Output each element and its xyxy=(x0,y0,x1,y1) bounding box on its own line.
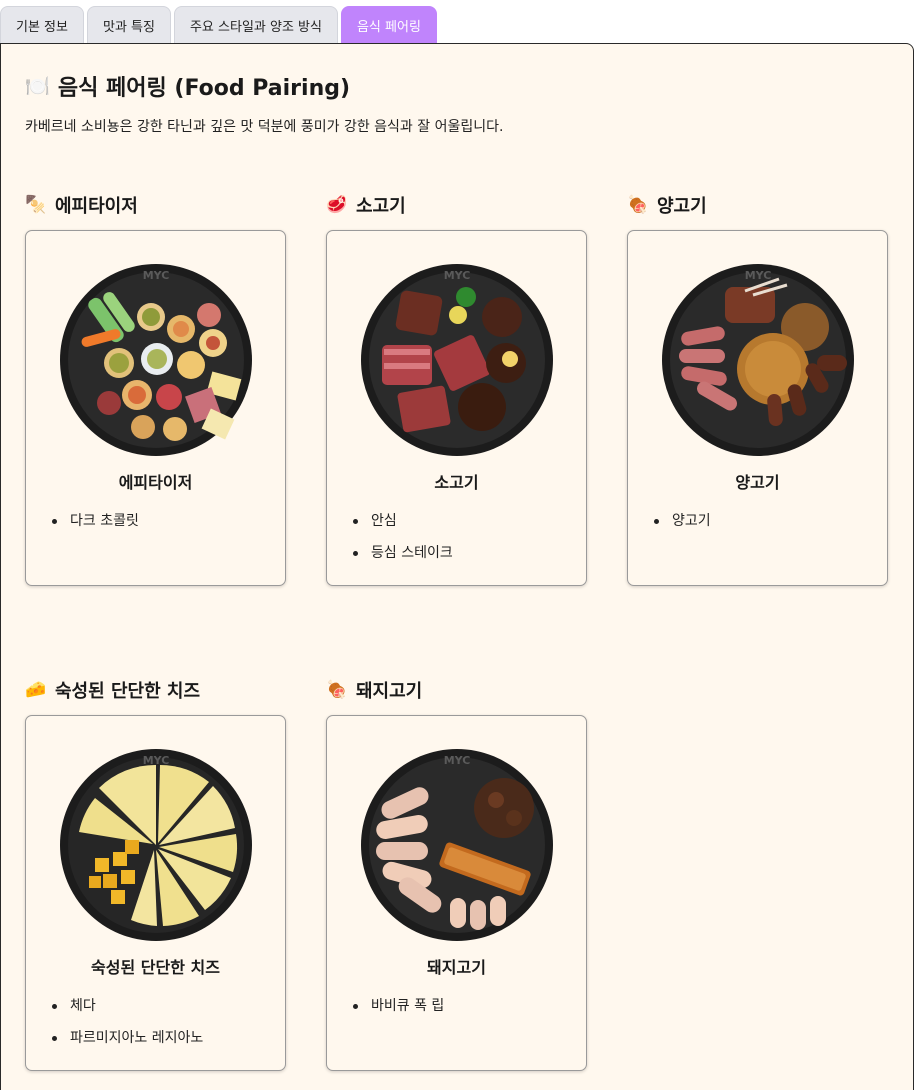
card-title: 숙성된 단단한 치즈 xyxy=(91,958,220,977)
pork-platter-image: MYC xyxy=(361,749,553,941)
watermark: MYC xyxy=(444,754,471,767)
pairing-card: MYC 소고기 안심 등심 스테이크 xyxy=(326,230,587,586)
tab-label: 음식 페어링 xyxy=(356,20,421,35)
bullet xyxy=(353,1004,358,1009)
category-heading: 🍖 돼지고기 xyxy=(326,677,588,703)
list-item: 체다 xyxy=(52,996,203,1028)
tab-taste[interactable]: 맛과 특징 xyxy=(86,6,171,44)
list-item-label: 양고기 xyxy=(672,513,711,529)
category-pork: 🍖 돼지고기 MYC 돼지고기 바비큐 폭 립 xyxy=(326,677,588,1071)
meat-icon: 🥩 xyxy=(326,195,348,215)
category-heading: 🥩 소고기 xyxy=(326,192,588,218)
category-heading-label: 소고기 xyxy=(356,196,406,217)
watermark: MYC xyxy=(444,269,471,282)
bullet xyxy=(353,551,358,556)
category-heading-label: 숙성된 단단한 치즈 xyxy=(55,681,201,702)
pairing-list: 양고기 xyxy=(654,511,711,543)
tab-styles[interactable]: 주요 스타일과 양조 방식 xyxy=(173,6,338,44)
list-item-label: 체다 xyxy=(70,998,96,1014)
bullet xyxy=(52,1036,57,1041)
category-heading-label: 에피타이저 xyxy=(55,196,138,217)
intro-text: 카베르네 소비뇽은 강한 타닌과 깊은 맛 덕분에 풍미가 강한 음식과 잘 어… xyxy=(25,119,504,135)
tab-label: 주요 스타일과 양조 방식 xyxy=(189,20,322,35)
appetizer-platter-image: MYC xyxy=(60,264,252,456)
drumstick-icon: 🍖 xyxy=(627,195,649,215)
list-item-label: 바비큐 폭 립 xyxy=(371,998,445,1014)
watermark: MYC xyxy=(143,269,170,282)
pairing-card: MYC 에피타이저 다크 초콜릿 xyxy=(25,230,286,586)
drumstick-icon: 🍖 xyxy=(326,680,348,700)
category-heading-label: 돼지고기 xyxy=(356,681,423,702)
list-item: 등심 스테이크 xyxy=(353,543,453,575)
category-beef: 🥩 소고기 MYC 소고기 안심 등심 스테이크 xyxy=(326,192,588,586)
category-heading: 🍢 에피타이저 xyxy=(25,192,287,218)
category-heading: 🍖 양고기 xyxy=(627,192,889,218)
card-title: 에피타이저 xyxy=(118,473,193,492)
tab-basic-info[interactable]: 기본 정보 xyxy=(0,6,84,44)
food-pairing-panel: 🍽️ 음식 페어링 (Food Pairing) 카베르네 소비뇽은 강한 타닌… xyxy=(0,43,914,1090)
skewer-icon: 🍢 xyxy=(25,195,47,215)
list-item: 파르미지아노 레지아노 xyxy=(52,1028,203,1060)
lamb-platter-image: MYC xyxy=(662,264,854,456)
list-item-label: 안심 xyxy=(371,513,397,529)
watermark: MYC xyxy=(745,269,772,282)
page-title-row: 🍽️ 음식 페어링 (Food Pairing) xyxy=(25,70,350,102)
pairing-list: 다크 초콜릿 xyxy=(52,511,139,543)
category-aged-cheese: 🧀 숙성된 단단한 치즈 MYC 숙성된 단단한 치즈 체다 파르미지아노 레지… xyxy=(25,677,287,1071)
list-item-label: 등심 스테이크 xyxy=(371,545,453,561)
list-item: 다크 초콜릿 xyxy=(52,511,139,543)
pairing-card: MYC 양고기 양고기 xyxy=(627,230,888,586)
category-heading-label: 양고기 xyxy=(657,196,707,217)
category-appetizer: 🍢 에피타이저 MYC 에피타이저 다크 초콜릿 xyxy=(25,192,287,586)
card-title: 양고기 xyxy=(735,473,780,492)
pairing-list: 바비큐 폭 립 xyxy=(353,996,444,1028)
card-title: 소고기 xyxy=(434,473,479,492)
page-title: 음식 페어링 (Food Pairing) xyxy=(57,76,351,101)
list-item-label: 파르미지아노 레지아노 xyxy=(70,1030,204,1046)
cheese-icon: 🧀 xyxy=(25,680,47,700)
card-title: 돼지고기 xyxy=(427,958,486,977)
cheese-platter-image: MYC xyxy=(60,749,252,941)
fork-knife-plate-icon: 🍽️ xyxy=(25,74,50,98)
category-lamb: 🍖 양고기 MYC 양고기 양고기 xyxy=(627,192,889,586)
pairing-card: MYC 숙성된 단단한 치즈 체다 파르미지아노 레지아노 xyxy=(25,715,286,1071)
category-heading: 🧀 숙성된 단단한 치즈 xyxy=(25,677,287,703)
bullet xyxy=(353,519,358,524)
bullet xyxy=(52,519,57,524)
tab-food-pairing[interactable]: 음식 페어링 xyxy=(340,6,437,44)
tab-label: 맛과 특징 xyxy=(102,20,155,35)
bullet xyxy=(52,1004,57,1009)
pairing-list: 안심 등심 스테이크 xyxy=(353,511,453,575)
list-item-label: 다크 초콜릿 xyxy=(70,513,139,529)
beef-platter-image: MYC xyxy=(361,264,553,456)
watermark: MYC xyxy=(143,754,170,767)
list-item: 안심 xyxy=(353,511,453,543)
list-item: 바비큐 폭 립 xyxy=(353,996,444,1028)
tab-bar: 기본 정보 맛과 특징 주요 스타일과 양조 방식 음식 페어링 xyxy=(0,6,437,44)
list-item: 양고기 xyxy=(654,511,711,543)
tab-label: 기본 정보 xyxy=(16,20,68,35)
pairing-list: 체다 파르미지아노 레지아노 xyxy=(52,996,203,1060)
bullet xyxy=(654,519,659,524)
pairing-card: MYC 돼지고기 바비큐 폭 립 xyxy=(326,715,587,1071)
